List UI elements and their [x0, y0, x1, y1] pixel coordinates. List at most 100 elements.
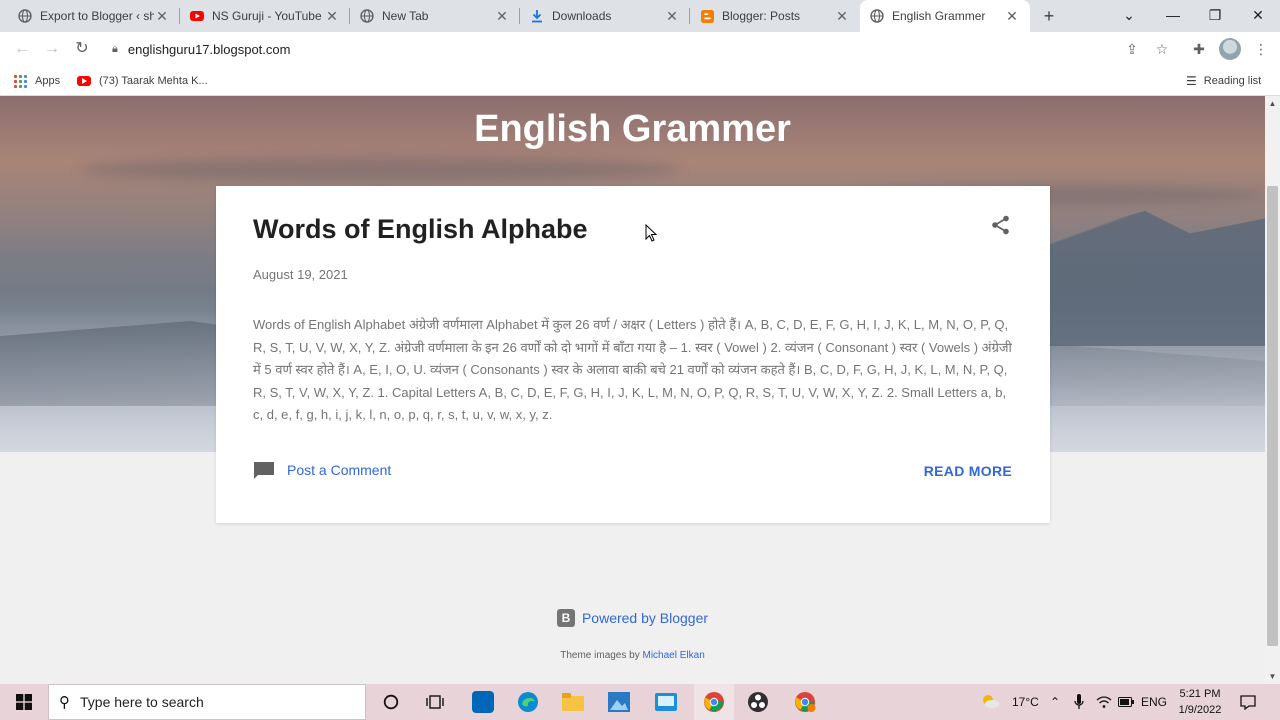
obs-studio-icon[interactable]: [740, 684, 776, 720]
share-icon[interactable]: [990, 214, 1012, 236]
clock-date: 1/9/2022: [1178, 704, 1222, 716]
menu-kebab-icon[interactable]: ⋮: [1250, 38, 1272, 60]
microsoft-store-icon[interactable]: [466, 684, 500, 720]
scrollbar-thumb[interactable]: [1267, 186, 1278, 646]
bookmark-label: Apps: [35, 75, 61, 87]
theme-author-link[interactable]: Michael Elkan: [643, 650, 705, 661]
blogger-icon: B: [556, 609, 575, 627]
chrome-taskbar-icon[interactable]: [694, 684, 734, 720]
tab-title: NS Guruji - YouTube: [212, 9, 322, 23]
post-card: Words of English Alphabe August 19, 2021…: [216, 186, 1050, 523]
close-icon[interactable]: ✕: [1004, 8, 1020, 25]
download-icon: [530, 9, 544, 23]
reading-list-icon: ☰: [1186, 74, 1197, 88]
bookmark-taarak-mehta[interactable]: (73) Taarak Mehta K...: [77, 72, 208, 90]
show-hidden-icons-chevron-icon[interactable]: ⌃: [1050, 684, 1060, 720]
search-icon: ⚲: [59, 694, 70, 711]
youtube-icon: [77, 76, 91, 86]
page-scrollbar[interactable]: ▲ ▼: [1265, 96, 1280, 684]
reload-icon[interactable]: ↻: [70, 37, 94, 61]
windows-start-icon[interactable]: [0, 684, 48, 720]
powered-by-blogger-link[interactable]: B Powered by Blogger: [0, 609, 1265, 627]
mouse-cursor-icon: [645, 224, 657, 242]
restore-icon[interactable]: ❐: [1195, 0, 1235, 32]
chrome-profile-taskbar-icon[interactable]: [786, 684, 824, 720]
globe-icon: [870, 9, 884, 23]
control-panel-icon[interactable]: [648, 684, 684, 720]
post-title[interactable]: Words of English Alphabe: [253, 214, 588, 245]
address-bar[interactable]: 🔒︎ englishguru17.blogspot.com: [102, 35, 1180, 63]
comment-icon: [253, 461, 275, 479]
bookmarks-bar: Apps (73) Taarak Mehta K... ☰ Reading li…: [0, 66, 1280, 96]
cortana-icon[interactable]: [374, 684, 408, 720]
weather-sun-cloud-icon: [980, 693, 1000, 712]
scroll-down-arrow-icon[interactable]: ▼: [1265, 669, 1280, 684]
share-page-icon[interactable]: ⇪: [1121, 38, 1143, 60]
tab-title: New Tab: [382, 9, 429, 23]
microphone-icon[interactable]: [1074, 684, 1084, 720]
tab-export-to-blogger[interactable]: Export to Blogger ‹ sh ✕: [8, 0, 180, 32]
wifi-icon[interactable]: [1096, 684, 1112, 720]
battery-plug-icon[interactable]: [1118, 684, 1134, 720]
bookmark-star-icon[interactable]: ☆: [1151, 38, 1173, 60]
tab-search-chevron-icon[interactable]: ⌄: [1109, 0, 1149, 32]
taskbar-search-input[interactable]: ⚲ Type here to search: [48, 684, 366, 720]
browser-toolbar: ← → ↻ 🔒︎ englishguru17.blogspot.com ⇪ ☆ …: [0, 32, 1280, 66]
tab-title: Downloads: [552, 9, 612, 23]
lock-icon: 🔒︎: [112, 42, 118, 55]
bookmark-label: Reading list: [1203, 75, 1262, 87]
bookmark-label: (73) Taarak Mehta K...: [99, 75, 208, 87]
tab-title: English Grammer: [892, 9, 986, 23]
notification-center-icon[interactable]: [1240, 684, 1256, 720]
reading-list-button[interactable]: ☰ Reading list: [1186, 72, 1261, 90]
globe-icon: [360, 9, 374, 23]
post-comment-link[interactable]: Post a Comment: [253, 461, 391, 479]
tab-title: Blogger: Posts: [722, 9, 801, 23]
close-icon[interactable]: ✕: [494, 8, 510, 25]
clock-time: 5:21 PM: [1179, 688, 1221, 700]
apps-grid-icon: [14, 74, 27, 88]
language-indicator[interactable]: ENG: [1141, 684, 1167, 720]
new-tab-button[interactable]: +: [1038, 4, 1060, 28]
blog-title[interactable]: English Grammer: [0, 108, 1265, 151]
tab-title: Export to Blogger ‹ sh: [40, 9, 154, 23]
close-icon[interactable]: ✕: [834, 8, 850, 25]
post-snippet: Words of English Alphabet अंग्रेजी वर्णम…: [253, 317, 1012, 423]
close-icon[interactable]: ✕: [664, 8, 680, 25]
read-more-link[interactable]: READ MORE: [924, 463, 1012, 479]
tab-english-grammer[interactable]: English Grammer ✕: [860, 0, 1030, 32]
close-icon[interactable]: ✕: [324, 8, 340, 25]
tab-new-tab[interactable]: New Tab ✕: [350, 0, 520, 32]
search-placeholder: Type here to search: [80, 694, 204, 710]
youtube-icon: [190, 9, 204, 23]
powered-label: Powered by Blogger: [581, 610, 709, 626]
forward-arrow-icon[interactable]: →: [40, 37, 64, 61]
page-viewport: English Grammer Words of English Alphabe…: [0, 96, 1265, 684]
theme-credit: Theme images by Michael Elkan: [0, 650, 1265, 661]
weather-widget[interactable]: 17°C: [980, 684, 1039, 720]
back-arrow-icon[interactable]: ←: [10, 37, 34, 61]
bookmark-apps[interactable]: Apps: [14, 72, 60, 90]
weather-temperature: 17°C: [1012, 695, 1039, 709]
file-explorer-icon[interactable]: [556, 684, 590, 720]
edge-browser-icon[interactable]: [510, 684, 546, 720]
close-icon[interactable]: ✕: [154, 8, 170, 25]
theme-credit-prefix: Theme images by: [560, 650, 640, 661]
minimize-icon[interactable]: —: [1153, 0, 1193, 32]
tab-downloads[interactable]: Downloads ✕: [520, 0, 690, 32]
task-view-icon[interactable]: [418, 684, 452, 720]
scroll-up-arrow-icon[interactable]: ▲: [1265, 96, 1280, 111]
windows-taskbar: ⚲ Type here to search 17°C ⌃ ENG 5:21 PM…: [0, 684, 1280, 720]
url-text: englishguru17.blogspot.com: [127, 41, 291, 57]
post-date[interactable]: August 19, 2021: [253, 267, 348, 282]
profile-avatar[interactable]: [1219, 38, 1241, 60]
blogger-icon: [700, 9, 714, 23]
photos-app-icon[interactable]: [602, 684, 636, 720]
tab-ns-guruji-youtube[interactable]: NS Guruji - YouTube ✕: [180, 0, 350, 32]
tab-blogger-posts[interactable]: Blogger: Posts ✕: [690, 0, 860, 32]
extensions-puzzle-icon[interactable]: ✚: [1188, 38, 1210, 60]
window-close-icon[interactable]: ✕: [1238, 0, 1278, 32]
taskbar-clock[interactable]: 5:21 PM 1/9/2022: [1168, 686, 1232, 718]
globe-icon: [18, 9, 32, 23]
tab-strip: Export to Blogger ‹ sh ✕ NS Guruji - You…: [0, 0, 1280, 32]
